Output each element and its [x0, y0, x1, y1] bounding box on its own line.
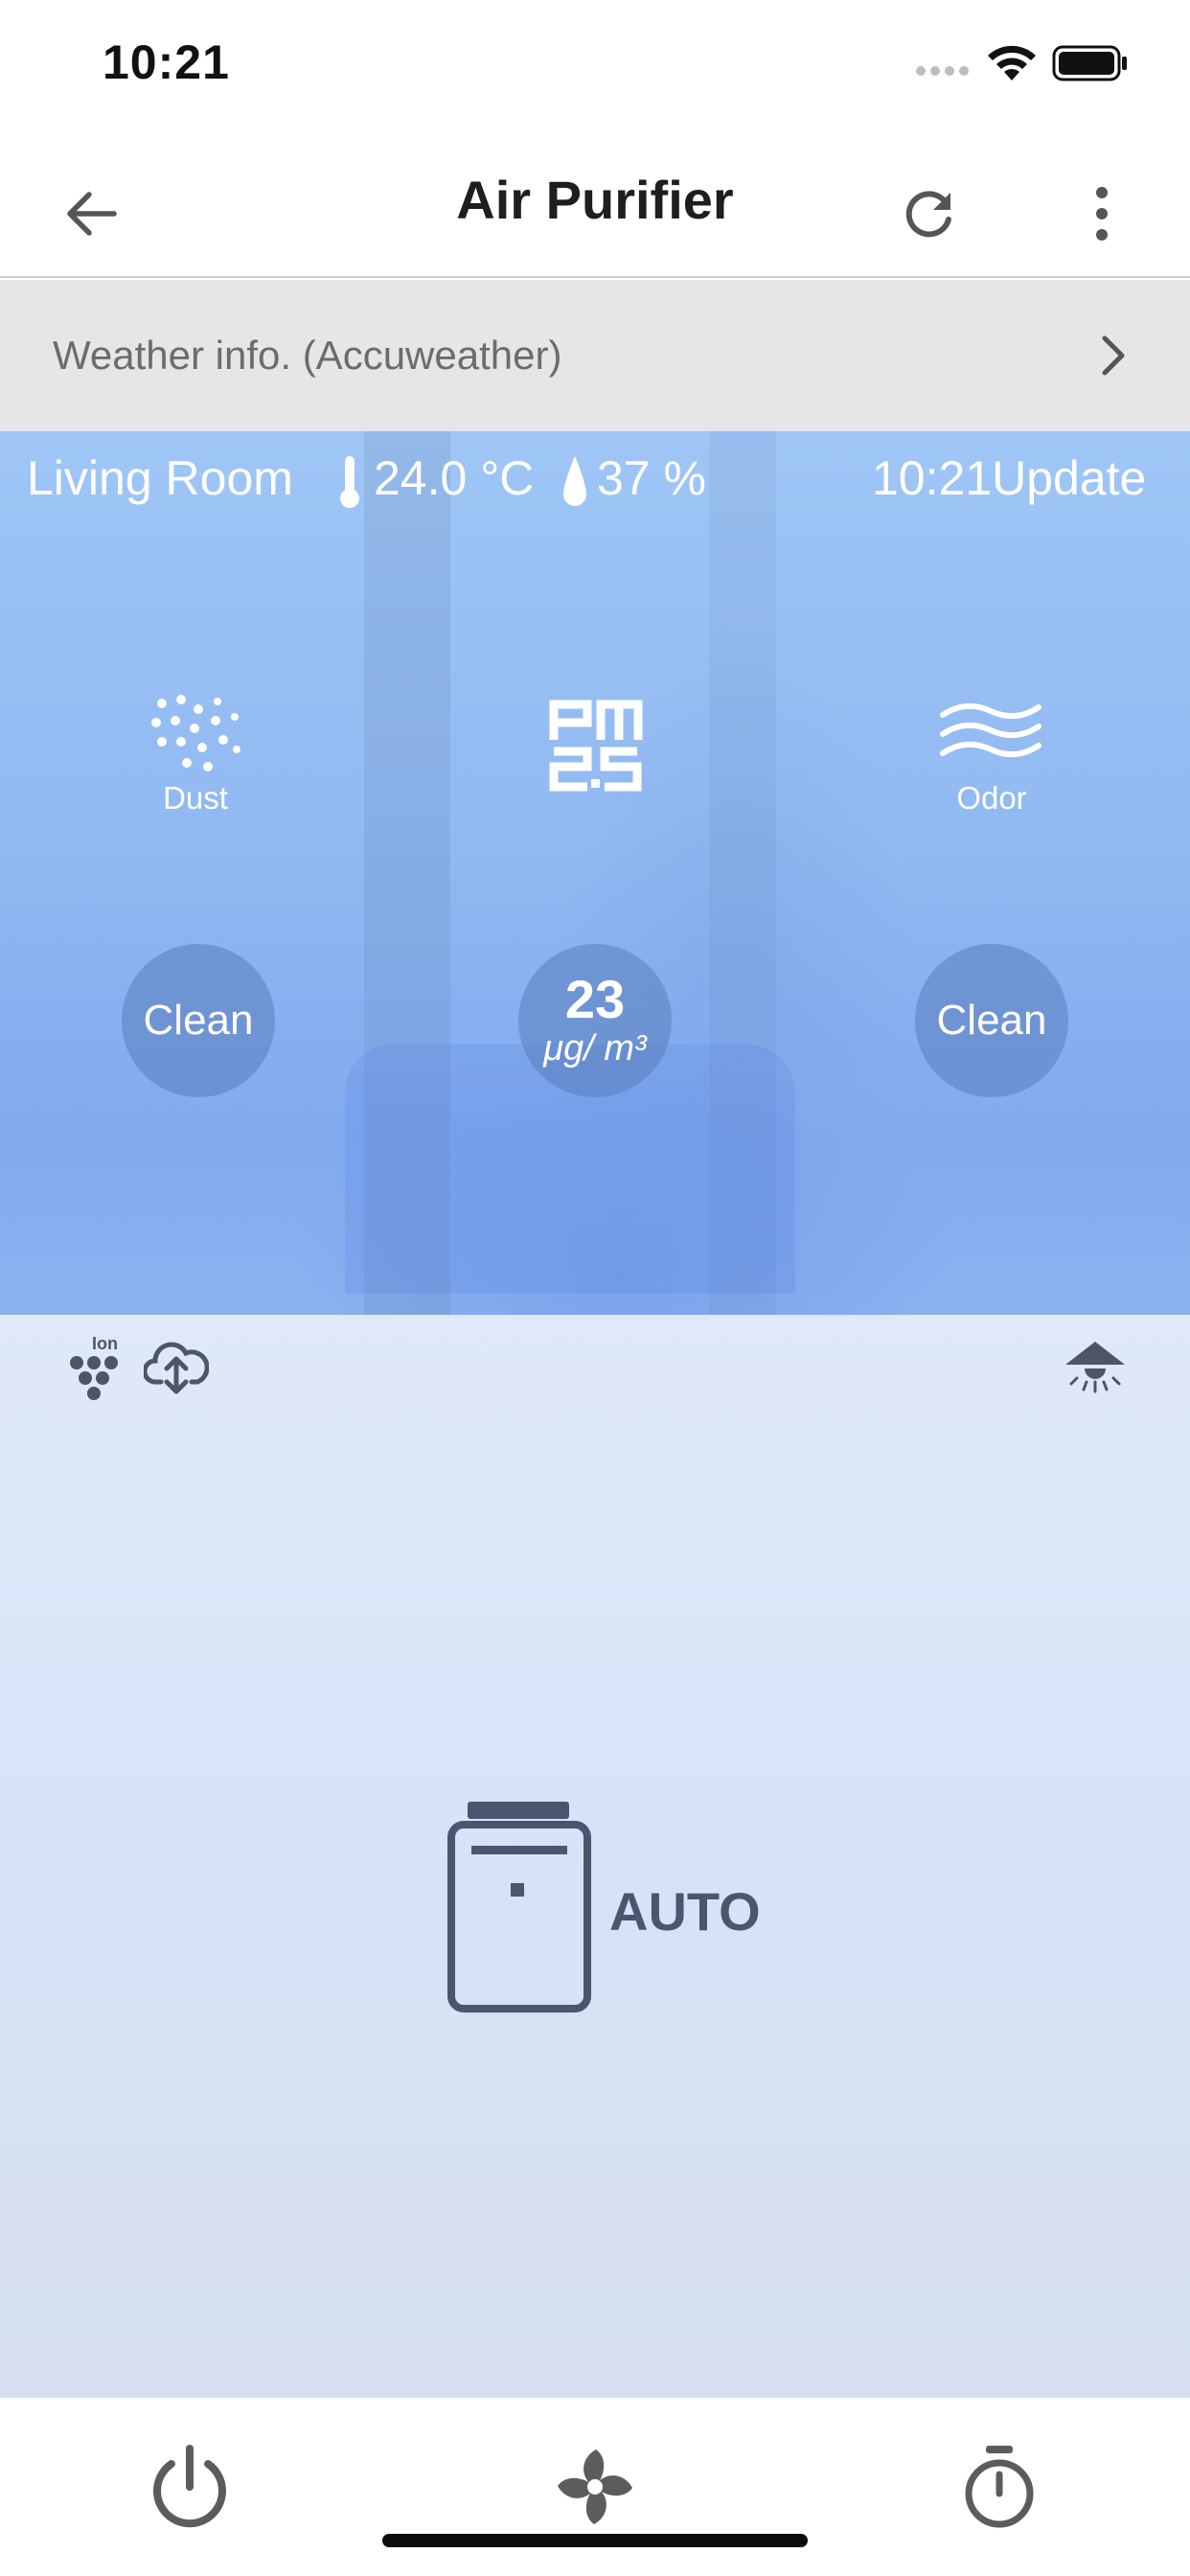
- thermometer-icon: [340, 456, 359, 508]
- mode-label: AUTO: [609, 1881, 761, 1942]
- temperature-value: 24.0 °C: [374, 451, 535, 505]
- signal-dots-icon: [916, 66, 969, 76]
- purifier-icon: [447, 1802, 591, 2012]
- timer-button[interactable]: [947, 2434, 1052, 2540]
- sensor-panel: [0, 431, 1190, 1315]
- dust-caption: Dust: [163, 780, 228, 816]
- battery-icon: [1052, 45, 1127, 81]
- pm25-unit: μg/ m³: [543, 1028, 647, 1069]
- cloud-sync-icon: [144, 1342, 209, 1394]
- ion-icon: Ion: [70, 1334, 118, 1400]
- update-time: 10:21Update: [872, 451, 1147, 505]
- more-button[interactable]: [1059, 171, 1145, 257]
- pm25-reading: 23 μg/ m³: [518, 944, 672, 1097]
- refresh-icon: [905, 191, 951, 238]
- fan-button[interactable]: [542, 2434, 648, 2540]
- home-indicator: [382, 2534, 808, 2547]
- power-button[interactable]: [137, 2434, 242, 2540]
- more-vertical-icon: [1096, 187, 1108, 241]
- humidity-value: 37 %: [597, 451, 706, 505]
- light-icon: [1065, 1342, 1125, 1393]
- dust-status: Clean: [122, 944, 275, 1097]
- chevron-right-icon: [1089, 332, 1137, 380]
- humidity-drop-icon: [563, 456, 586, 506]
- dust-status-label: Clean: [143, 997, 254, 1044]
- ion-label: Ion: [92, 1334, 118, 1353]
- device-area: [0, 1315, 1190, 2398]
- refresh-button[interactable]: [886, 171, 973, 257]
- power-icon: [153, 2445, 226, 2528]
- timer-icon: [965, 2446, 1034, 2528]
- odor-status: Clean: [915, 944, 1068, 1097]
- fan-icon: [558, 2450, 632, 2524]
- pm25-icon: [549, 700, 643, 792]
- weather-info-row[interactable]: Weather info. (Accuweather): [0, 280, 1190, 431]
- pm25-value: 23: [564, 969, 626, 1029]
- odor-caption: Odor: [956, 780, 1027, 816]
- dust-icon: [151, 695, 240, 771]
- weather-info-label: Weather info. (Accuweather): [53, 333, 562, 378]
- room-name: Living Room: [27, 451, 293, 505]
- page-title: Air Purifier: [456, 170, 734, 230]
- wifi-icon: [988, 45, 1036, 80]
- status-time: 10:21: [103, 35, 230, 89]
- odor-icon: [940, 702, 1041, 758]
- odor-status-label: Clean: [936, 997, 1047, 1044]
